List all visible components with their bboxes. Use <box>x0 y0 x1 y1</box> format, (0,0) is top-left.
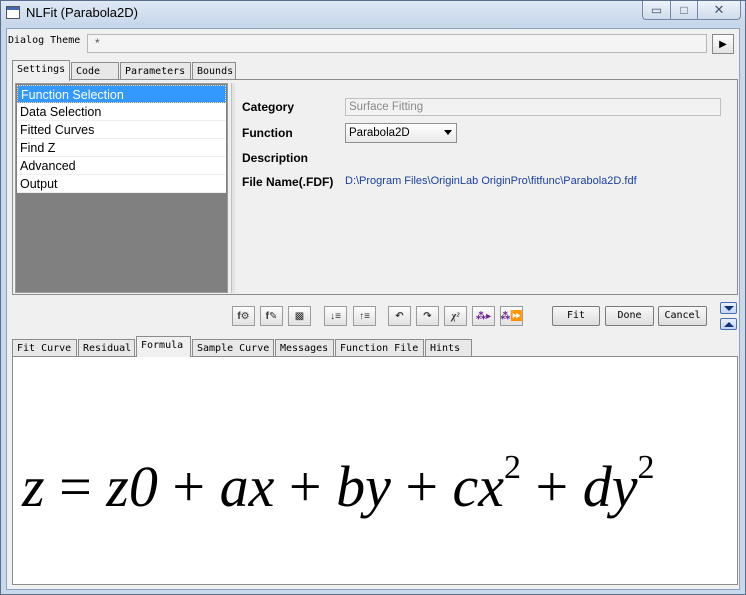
tab-settings[interactable]: Settings <box>12 60 70 81</box>
formula-exponent: 2 <box>504 449 522 486</box>
category-field: Surface Fitting <box>345 98 721 116</box>
nav-item-advanced[interactable]: Advanced <box>17 157 226 175</box>
undo-icon: ↶ <box>395 310 404 322</box>
sort-down-icon: ↓≡ <box>330 310 341 322</box>
formula-term-ax: ax <box>219 454 275 519</box>
triangle-down-icon <box>723 305 734 311</box>
init-parameters-button[interactable]: ↶ <box>388 306 411 326</box>
one-iteration-icon: ⁂▸ <box>475 310 492 322</box>
done-button[interactable]: Done <box>605 306 654 326</box>
triangle-up-icon <box>723 321 734 327</box>
window-title: NLFit (Parabola2D) <box>26 5 138 20</box>
formula-exponent: 2 <box>637 449 655 486</box>
chevron-down-icon <box>444 130 452 135</box>
sort-up-icon: ↑≡ <box>359 310 370 322</box>
new-function-button[interactable]: f⚙ <box>232 306 255 326</box>
function-select-value: Parabola2D <box>349 127 410 139</box>
formula-plus: + <box>172 454 206 519</box>
play-right-icon: ▶ <box>719 38 727 50</box>
fit-until-converged-button[interactable]: ⁂⏩ <box>500 306 523 326</box>
fit-until-converged-icon: ⁂⏩ <box>500 310 523 322</box>
file-name-value: D:\Program Files\OriginLab OriginPro\fit… <box>345 175 637 187</box>
collapse-down-button[interactable] <box>720 302 737 314</box>
reset-parameters-button[interactable]: ↷ <box>416 306 439 326</box>
sort-down-button[interactable]: ↓≡ <box>324 306 347 326</box>
dialog-theme-field[interactable]: * <box>87 34 707 53</box>
sort-up-button[interactable]: ↑≡ <box>353 306 376 326</box>
nav-item-function-selection[interactable]: Function Selection <box>17 85 226 103</box>
nav-item-output[interactable]: Output <box>17 175 226 193</box>
formula-plus: + <box>535 454 569 519</box>
dialog-theme-menu-button[interactable]: ▶ <box>712 34 734 54</box>
one-iteration-button[interactable]: ⁂▸ <box>472 306 495 326</box>
save-icon: ▩ <box>294 310 305 322</box>
minimize-icon: ▭ <box>650 3 663 17</box>
close-icon: ✕ <box>713 2 725 17</box>
settings-nav-tree: Function Selection Data Selection Fitted… <box>15 83 228 293</box>
description-label: Description <box>242 151 309 165</box>
edit-function-icon: f✎ <box>265 310 278 322</box>
category-label: Category <box>242 100 295 114</box>
function-label: Function <box>242 126 293 140</box>
nav-item-fitted-curves[interactable]: Fitted Curves <box>17 121 226 139</box>
nav-item-data-selection[interactable]: Data Selection <box>17 103 226 121</box>
splitter[interactable] <box>231 83 235 293</box>
minimize-button[interactable]: ▭ <box>642 1 671 20</box>
app-icon <box>6 6 20 19</box>
nav-item-find-z[interactable]: Find Z <box>17 139 226 157</box>
collapse-up-button[interactable] <box>720 318 737 330</box>
formula-term-cx: cx <box>452 454 505 519</box>
chi-square-button[interactable]: χ² <box>444 306 467 326</box>
save-function-button[interactable]: ▩ <box>288 306 311 326</box>
chi-square-icon: χ² <box>451 310 460 322</box>
redo-icon: ↷ <box>423 310 432 322</box>
edit-function-button[interactable]: f✎ <box>260 306 283 326</box>
dialog-theme-label: Dialog Theme <box>8 35 81 46</box>
maximize-button[interactable]: □ <box>670 1 698 20</box>
formula-term-dy: dy <box>582 454 638 519</box>
function-select[interactable]: Parabola2D <box>345 123 457 143</box>
formula-plus: + <box>288 454 322 519</box>
cancel-button[interactable]: Cancel <box>658 306 707 326</box>
formula-term-z0: z0 <box>106 454 158 519</box>
maximize-icon: □ <box>680 3 688 17</box>
formula-display: z = z0 + ax + by + cx2 + dy2 <box>22 418 732 519</box>
formula-term-by: by <box>336 454 391 519</box>
formula-equals: = <box>59 454 92 519</box>
formula-lhs: z <box>22 454 45 519</box>
tab-formula[interactable]: Formula <box>136 336 191 357</box>
formula-plus: + <box>405 454 439 519</box>
close-button[interactable]: ✕ <box>697 1 741 20</box>
fit-button[interactable]: Fit <box>552 306 600 326</box>
file-name-label: File Name(.FDF) <box>242 175 334 189</box>
new-function-icon: f⚙ <box>237 310 250 322</box>
